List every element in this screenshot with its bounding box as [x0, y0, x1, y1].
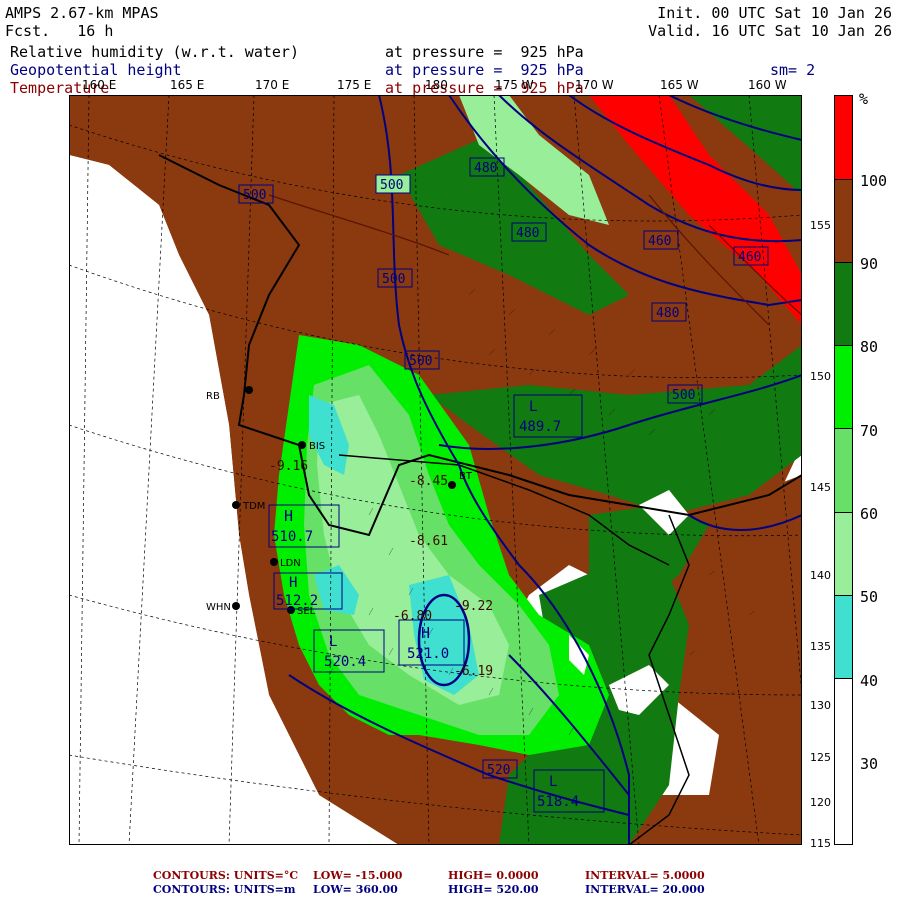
colorbar-segment [835, 345, 852, 429]
station-name-bt: BT [459, 471, 473, 482]
footer-temp-units: CONTOURS: UNITS=°C [153, 869, 299, 882]
colorbar-segment [835, 179, 852, 263]
model-title: AMPS 2.67-km MPAS [5, 4, 159, 22]
station-dot-tdm [232, 501, 240, 509]
init-time: Init. 00 UTC Sat 10 Jan 26 [657, 4, 892, 22]
colorbar-segment [835, 677, 852, 844]
footer-temp-interval: INTERVAL= 5.0000 [585, 869, 705, 882]
lon-label: 170 W [575, 78, 614, 92]
station-name-whn: WHN [206, 602, 231, 613]
field-rh-level: at pressure = 925 hPa [385, 43, 584, 61]
station-name-ldn: LDN [280, 558, 301, 569]
footer-temp-contours: CONTOURS: UNITS=°C LOW= -15.000 HIGH= 0.… [153, 869, 705, 882]
height-label: 500 [380, 178, 403, 193]
field-rh-name: Relative humidity (w.r.t. water) [10, 43, 299, 61]
lon-label: 180 [425, 78, 448, 92]
lon-label: 175 W [495, 78, 534, 92]
height-label: 480 [656, 306, 679, 321]
station-dot-ldn [270, 558, 278, 566]
temp-label: -6.19 [454, 664, 493, 679]
station-dot-bt [448, 481, 456, 489]
height-label: 480 [516, 226, 539, 241]
station-dot-rb [245, 386, 253, 394]
center-value: 520.4 [324, 654, 366, 670]
colorbar-level: 30 [860, 755, 879, 773]
center-label: L [529, 399, 537, 415]
center-value: 510.7 [271, 529, 313, 545]
center-label: L [549, 774, 557, 790]
lat-label: 115 [810, 837, 831, 850]
lon-label: 165 W [660, 78, 699, 92]
footer-height-high: HIGH= 520.00 [448, 883, 539, 896]
field-height-name: Geopotential height [10, 61, 182, 79]
center-value: 489.7 [519, 419, 561, 435]
lat-label: 150 [810, 370, 831, 383]
colorbar-segment [835, 511, 852, 595]
height-label: 480 [474, 161, 497, 176]
colorbar-level: 70 [860, 422, 879, 440]
center-label: H [421, 624, 430, 642]
colorbar-segment [835, 428, 852, 512]
lat-label: 145 [810, 481, 831, 494]
lat-label: 155 [810, 219, 831, 232]
valid-time: Valid. 16 UTC Sat 10 Jan 26 [648, 22, 892, 40]
footer-height-contours: CONTOURS: UNITS=m LOW= 360.00 HIGH= 520.… [153, 883, 705, 896]
height-label: 460 [738, 250, 761, 265]
rh-height-temperature-map: BIS TDM LDN WHN SEL BT RB 500 500 500 50… [69, 95, 802, 845]
lat-label: 130 [810, 699, 831, 712]
colorbar-level: 90 [860, 255, 879, 273]
center-label: H [284, 507, 293, 525]
colorbar-level: 50 [860, 588, 879, 606]
station-name-rb: RB [206, 391, 220, 402]
colorbar-level: 60 [860, 505, 879, 523]
station-dot-whn [232, 602, 240, 610]
temp-label: -9.22 [454, 599, 493, 614]
center-label: H [289, 575, 297, 591]
footer-height-low: LOW= 360.00 [313, 883, 398, 896]
station-dot-bis [298, 441, 306, 449]
temp-label: -8.61 [409, 534, 448, 549]
colorbar-level: 40 [860, 672, 879, 690]
height-label: 520 [487, 763, 510, 778]
footer-height-units: CONTOURS: UNITS=m [153, 883, 296, 896]
lat-label: 135 [810, 640, 831, 653]
temp-label: -8.45 [409, 474, 448, 489]
lat-label: 140 [810, 569, 831, 582]
center-value: 521.0 [407, 646, 449, 662]
station-name-tdm: TDM [242, 501, 265, 512]
colorbar-level: 80 [860, 338, 879, 356]
footer-height-interval: INTERVAL= 20.000 [585, 883, 705, 896]
center-value: 518.4 [537, 794, 579, 810]
forecast-hour: Fcst. 16 h [5, 22, 114, 40]
height-label: 500 [382, 272, 405, 287]
lon-label: 170 E [255, 78, 290, 92]
colorbar-segment [835, 594, 852, 678]
temp-label: -9.16 [269, 459, 308, 474]
field-height-level: at pressure = 925 hPa [385, 61, 584, 79]
center-label: L [329, 634, 337, 650]
lon-label: 165 E [170, 78, 205, 92]
lon-label: 175 E [337, 78, 372, 92]
lon-label: 160 W [748, 78, 787, 92]
center-value: 512.2 [276, 593, 318, 609]
colorbar-segment [835, 96, 852, 180]
lon-label: 160 E [82, 78, 117, 92]
station-name-bis: BIS [309, 441, 325, 452]
height-label: 500 [672, 388, 695, 403]
colorbar-level: 100 [860, 172, 888, 190]
lat-label: 120 [810, 796, 831, 809]
footer-temp-low: LOW= -15.000 [313, 869, 403, 882]
height-label: 500 [243, 188, 266, 203]
lat-label: 125 [810, 751, 831, 764]
colorbar [834, 95, 853, 845]
smoothing-label: sm= 2 [770, 61, 816, 79]
height-label: 460 [648, 234, 671, 249]
colorbar-unit: % [859, 90, 869, 108]
colorbar-segment [835, 262, 852, 346]
height-label: 500 [409, 354, 432, 369]
footer-temp-high: HIGH= 0.0000 [448, 869, 539, 882]
